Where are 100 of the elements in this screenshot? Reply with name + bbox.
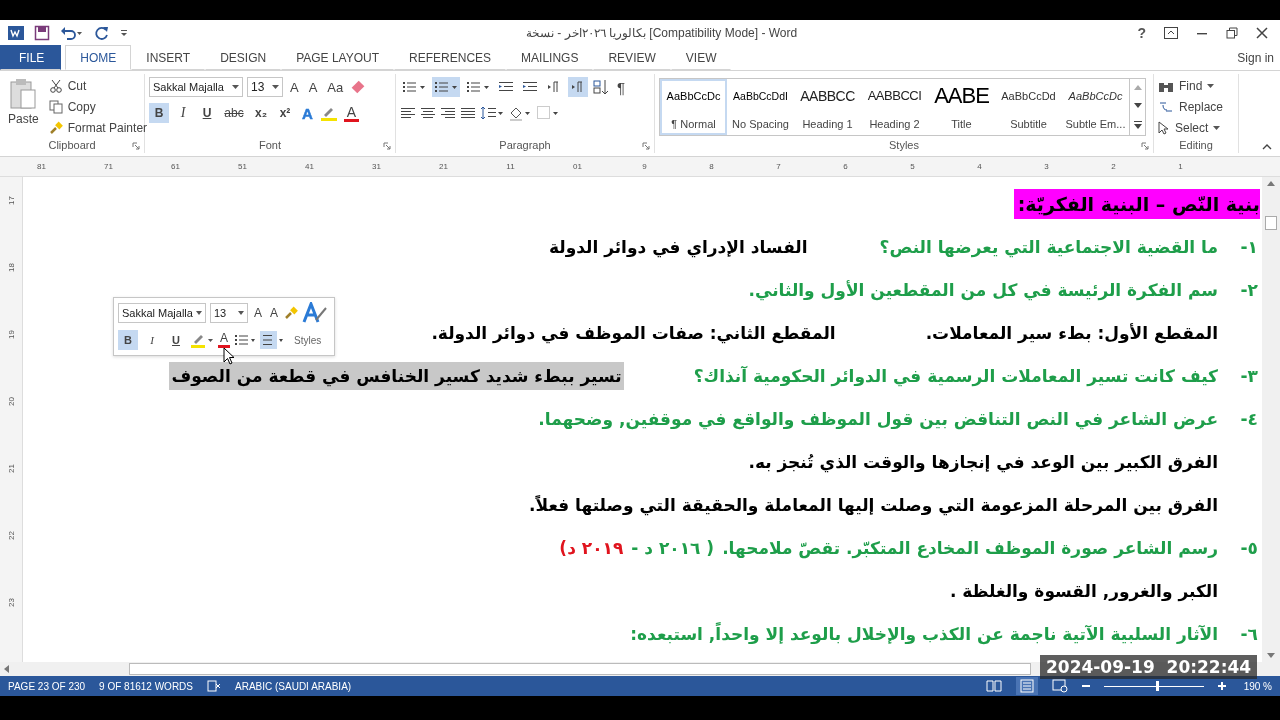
sign-in-link[interactable]: Sign in xyxy=(1237,50,1280,65)
scroll-left-icon[interactable] xyxy=(4,665,9,673)
editing-button[interactable]: Select xyxy=(1158,119,1224,136)
sort-icon[interactable] xyxy=(592,79,610,95)
style-option[interactable]: AaBbCcDc Subtle Em... xyxy=(1062,79,1129,135)
question-text: كيف كانت تسير المعاملات الرسمية في الدوائر الحكومية آنذاك؟ xyxy=(693,365,1218,386)
show-formatting-marks-button[interactable]: ¶ xyxy=(614,78,629,96)
editing-button[interactable]: Find xyxy=(1158,77,1224,94)
dropdown-caret-icon[interactable] xyxy=(1207,83,1215,88)
question-number: ٥- xyxy=(1239,537,1259,558)
customize-caret-icon[interactable] xyxy=(120,27,128,38)
dropdown-caret-icon[interactable] xyxy=(196,311,202,315)
clipboard-button[interactable]: Cut xyxy=(48,77,148,94)
dropdown-caret-icon[interactable] xyxy=(272,85,279,89)
highlighter-icon[interactable] xyxy=(190,332,214,348)
align-icon[interactable] xyxy=(420,106,436,120)
format-button[interactable]: I xyxy=(142,330,162,350)
style-option[interactable]: AABE Title xyxy=(928,79,995,135)
format-button[interactable]: x² xyxy=(275,103,295,123)
restore-icon[interactable] xyxy=(1226,26,1238,39)
dialog-launcher-icon[interactable] xyxy=(132,142,140,150)
proofing-icon[interactable] xyxy=(207,680,221,692)
word-count[interactable]: 9 OF 81612 WORDS xyxy=(99,680,193,692)
print-layout-icon[interactable] xyxy=(1015,677,1038,695)
horizontal-scrollbar[interactable] xyxy=(0,662,1280,676)
paste-button[interactable]: Paste xyxy=(4,76,43,128)
grow-font-button[interactable]: A xyxy=(252,306,264,320)
pointer-icon xyxy=(1158,120,1170,135)
numbering-icon[interactable] xyxy=(260,331,284,349)
shading-icon[interactable] xyxy=(508,105,532,121)
zoom-level[interactable]: 190 % xyxy=(1243,680,1272,692)
scroll-up-icon[interactable] xyxy=(1267,181,1275,186)
collapse-ribbon-icon[interactable] xyxy=(1262,144,1272,150)
close-icon[interactable] xyxy=(1256,26,1268,39)
vertical-scrollbar[interactable] xyxy=(1262,177,1280,662)
language-indicator[interactable]: ARABIC (SAUDI ARABIA) xyxy=(235,680,352,692)
scroll-down-icon[interactable] xyxy=(1133,103,1142,108)
format-button[interactable]: abc xyxy=(221,103,247,123)
read-mode-icon[interactable] xyxy=(985,680,1002,692)
style-option[interactable]: AABBCC Heading 1 xyxy=(794,79,861,135)
format-button[interactable]: U xyxy=(197,103,217,123)
format-button[interactable]: U xyxy=(166,330,186,350)
highlighter-icon[interactable] xyxy=(319,105,340,121)
page-count[interactable]: PAGE 23 OF 230 xyxy=(8,680,86,692)
grow-font-button[interactable]: A xyxy=(287,79,302,95)
dropdown-caret-icon[interactable] xyxy=(238,311,244,315)
answer-text: المقطع الثاني: صفات الموظف في دوائر الدولة. xyxy=(431,322,836,343)
scrollbar-thumb[interactable] xyxy=(1265,216,1277,230)
question-text: الآثار السلبية الآتية ناجمة عن الكذب والإخلال بالوعد إلا واحداً, استبعده: xyxy=(630,623,1218,644)
format-button[interactable]: x₂ xyxy=(251,103,271,123)
dropdown-caret-icon[interactable] xyxy=(232,85,239,89)
dropdown-caret-icon[interactable] xyxy=(1213,125,1221,130)
font-name-field[interactable]: Sakkal Majalla xyxy=(118,303,206,323)
exam-year-note: ٢٠١٩ د) xyxy=(559,537,624,558)
format-button[interactable]: I xyxy=(173,103,193,123)
zoom-in-button[interactable] xyxy=(1217,682,1226,690)
format-button[interactable]: B xyxy=(118,330,138,350)
align-icon[interactable] xyxy=(460,106,476,120)
align-icon[interactable] xyxy=(400,106,416,120)
font-name-field[interactable]: Sakkal Majalla xyxy=(149,77,243,97)
help-button[interactable]: ? xyxy=(1137,24,1146,41)
style-option[interactable]: AABBCCI Heading 2 xyxy=(861,79,928,135)
styles-label[interactable]: Styles xyxy=(294,334,322,346)
ribbon-tab[interactable]: HOME xyxy=(65,45,132,70)
more-icon[interactable] xyxy=(1133,120,1142,129)
style-option[interactable]: AaBbCcDd Subtitle xyxy=(995,79,1062,135)
ribbon-display-icon[interactable] xyxy=(1164,26,1178,39)
dialog-launcher-icon[interactable] xyxy=(383,142,391,150)
font-color-button[interactable]: A xyxy=(343,104,360,122)
format-button[interactable]: B xyxy=(149,103,169,123)
style-option[interactable]: AaBbCcDdI No Spacing xyxy=(727,79,794,135)
file-tab[interactable]: FILE xyxy=(0,45,62,70)
dialog-launcher-icon[interactable] xyxy=(642,142,650,150)
redo-icon[interactable] xyxy=(94,24,110,41)
paragraph-toggle[interactable] xyxy=(432,77,460,97)
bullets-icon[interactable] xyxy=(234,333,256,347)
question-number: ٣- xyxy=(1239,365,1259,386)
align-icon[interactable] xyxy=(440,106,456,120)
editing-button[interactable]: Replace xyxy=(1158,98,1224,115)
shrink-font-button[interactable]: A xyxy=(268,306,281,320)
clipboard-button[interactable]: Copy xyxy=(48,98,148,115)
text-effects-button[interactable]: A xyxy=(299,104,316,122)
borders-icon[interactable] xyxy=(536,105,560,121)
word-logo-icon[interactable] xyxy=(8,24,24,41)
clipboard-button[interactable]: Format Painter xyxy=(48,119,148,136)
style-option[interactable]: AaBbCcDc ¶ Normal xyxy=(660,79,727,135)
line-spacing-icon[interactable] xyxy=(480,105,504,121)
dialog-launcher-icon[interactable] xyxy=(1141,142,1149,150)
change-case-button[interactable]: Aa xyxy=(324,79,347,95)
shrink-font-button[interactable]: A xyxy=(305,79,321,95)
paragraph-toggle[interactable] xyxy=(568,77,588,97)
paintbrush-icon xyxy=(48,120,63,135)
paintbrush-icon[interactable] xyxy=(284,306,299,320)
save-icon[interactable] xyxy=(34,24,50,41)
font-size-field[interactable]: 13 xyxy=(210,303,248,323)
web-layout-icon[interactable] xyxy=(1051,679,1068,693)
replace-icon xyxy=(1158,99,1174,114)
font-size-field[interactable]: 13 xyxy=(247,77,283,97)
question-number: ٦- xyxy=(1239,623,1259,644)
scrollbar-thumb[interactable] xyxy=(129,663,1031,675)
